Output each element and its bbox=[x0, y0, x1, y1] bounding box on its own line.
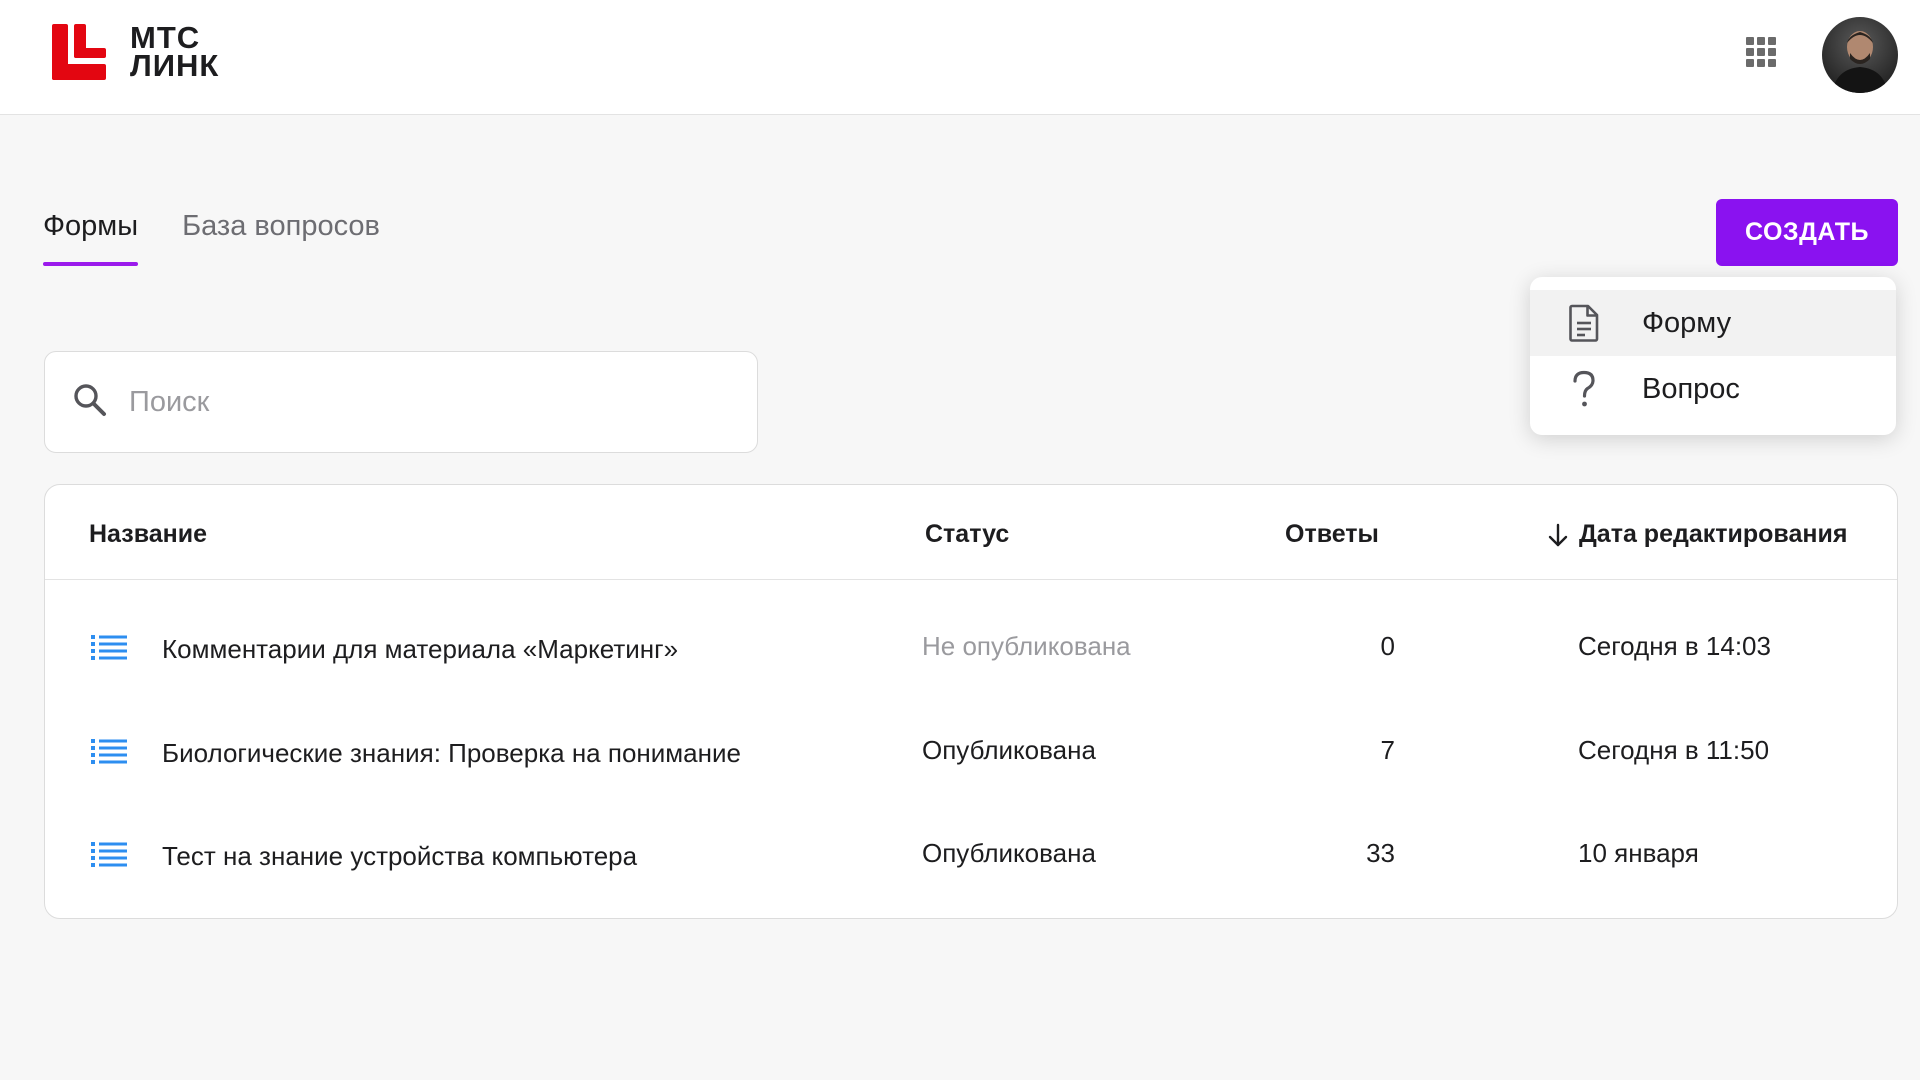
form-edit-date: 10 января bbox=[1578, 838, 1699, 868]
form-edit-date: Сегодня в 11:50 bbox=[1578, 735, 1770, 765]
mts-link-logo[interactable]: МТС ЛИНК bbox=[52, 22, 242, 82]
forms-table: Название Статус Ответы Дата редактирован… bbox=[44, 484, 1898, 919]
column-header-date[interactable]: Дата редактирования bbox=[1545, 520, 1847, 549]
form-name: Тест на знание устройства компьютера bbox=[162, 841, 638, 871]
create-dropdown-menu: Форму Вопрос bbox=[1530, 277, 1896, 435]
table-header: Название Статус Ответы Дата редактирован… bbox=[45, 485, 1897, 580]
form-status: Опубликована bbox=[922, 838, 1096, 868]
form-answers-count: 7 bbox=[1380, 735, 1395, 765]
form-answers-count: 33 bbox=[1366, 838, 1395, 868]
column-header-answers[interactable]: Ответы bbox=[1285, 520, 1379, 549]
form-answers-count: 0 bbox=[1380, 631, 1395, 661]
column-header-name[interactable]: Название bbox=[89, 520, 207, 549]
logo-text-line2: ЛИНК bbox=[130, 48, 220, 83]
form-name: Комментарии для материала «Маркетинг» bbox=[162, 634, 679, 664]
column-header-status[interactable]: Статус bbox=[925, 520, 1009, 549]
section-tabs: Формы База вопросов bbox=[43, 210, 380, 266]
logo-text: МТС ЛИНК bbox=[130, 22, 220, 83]
document-icon bbox=[1564, 303, 1604, 343]
tab-question-bank[interactable]: База вопросов bbox=[182, 210, 380, 266]
top-header: МТС ЛИНК bbox=[0, 0, 1920, 115]
form-edit-date: Сегодня в 14:03 bbox=[1578, 631, 1771, 661]
menu-item-question[interactable]: Вопрос bbox=[1530, 356, 1896, 422]
search-input[interactable] bbox=[129, 385, 709, 419]
form-status: Опубликована bbox=[922, 735, 1096, 765]
form-status: Не опубликована bbox=[922, 631, 1131, 661]
question-icon bbox=[1564, 369, 1604, 409]
table-row[interactable]: Биологические знания: Проверка на понима… bbox=[45, 701, 1897, 801]
logo-mark-icon bbox=[52, 24, 106, 80]
menu-item-question-label: Вопрос bbox=[1642, 372, 1740, 405]
column-header-date-label: Дата редактирования bbox=[1579, 520, 1848, 548]
menu-item-form[interactable]: Форму bbox=[1530, 290, 1896, 356]
user-avatar[interactable] bbox=[1822, 17, 1898, 93]
list-icon bbox=[91, 737, 127, 765]
sort-desc-arrow-icon bbox=[1545, 522, 1571, 548]
create-button[interactable]: СОЗДАТЬ bbox=[1716, 199, 1898, 266]
tab-forms[interactable]: Формы bbox=[43, 210, 139, 266]
table-row[interactable]: Тест на знание устройства компьютера Опу… bbox=[45, 804, 1897, 904]
apps-grid-icon[interactable] bbox=[1746, 37, 1780, 71]
list-icon bbox=[91, 840, 127, 868]
search-box[interactable] bbox=[44, 351, 758, 453]
form-name: Биологические знания: Проверка на понима… bbox=[162, 738, 741, 768]
list-icon bbox=[91, 633, 127, 661]
table-row[interactable]: Комментарии для материала «Маркетинг» Не… bbox=[45, 597, 1897, 697]
search-icon bbox=[73, 383, 107, 422]
menu-item-form-label: Форму bbox=[1642, 306, 1732, 339]
